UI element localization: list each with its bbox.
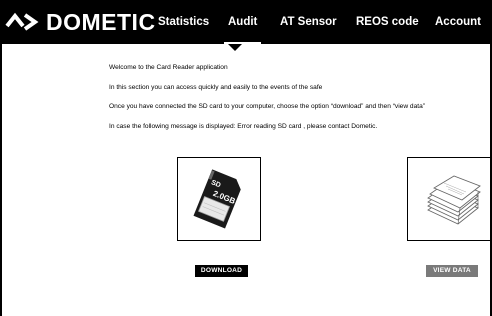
tab-reos-code[interactable]: REOS code — [356, 0, 419, 44]
active-tab-indicator — [228, 44, 242, 51]
brand-name: DOMETIC — [46, 9, 156, 35]
download-button[interactable]: DOWNLOAD — [195, 265, 248, 277]
download-tile[interactable]: SD 2.0GB — [177, 157, 261, 241]
intro-text: Welcome to the Card Reader application I… — [109, 64, 489, 143]
brand-logo[interactable]: DOMETIC — [5, 10, 156, 34]
tab-account[interactable]: Account — [435, 0, 481, 44]
page-frame-left — [0, 42, 2, 316]
tab-at-sensor[interactable]: AT Sensor — [280, 0, 337, 44]
documents-stack-icon — [427, 175, 481, 225]
tab-statistics[interactable]: Statistics — [158, 0, 209, 44]
intro-line-welcome: Welcome to the Card Reader application — [109, 64, 228, 71]
dometic-logo-mark-icon — [5, 12, 39, 31]
view-data-tile[interactable] — [407, 157, 491, 241]
intro-line-error-help: In case the following message is display… — [109, 123, 378, 131]
intro-line-access: In this section you can access quickly a… — [109, 83, 323, 91]
sd-card-icon: SD 2.0GB — [193, 169, 241, 229]
tab-audit[interactable]: Audit — [223, 0, 262, 44]
view-data-button[interactable]: VIEW DATA — [426, 265, 478, 277]
intro-line-instructions: Once you have connected the SD card to y… — [109, 103, 425, 111]
top-navigation-bar: DOMETIC Statistics Audit AT Sensor REOS … — [0, 0, 492, 44]
